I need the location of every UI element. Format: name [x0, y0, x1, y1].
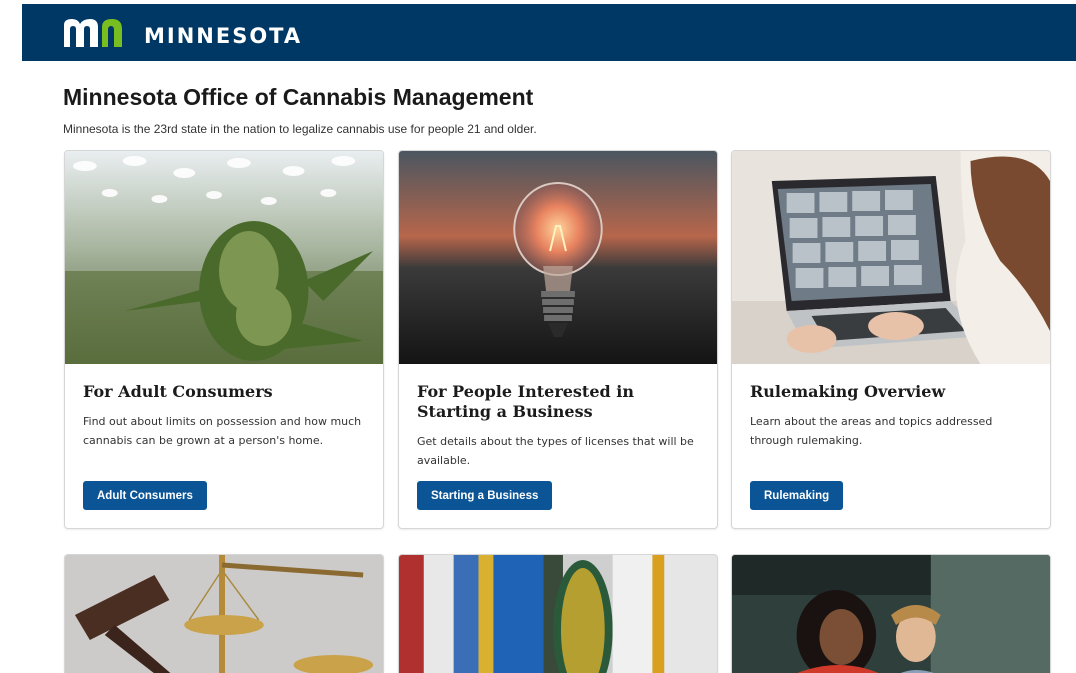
card-flags	[398, 554, 718, 673]
card-description: Get details about the types of licenses …	[417, 435, 694, 467]
card-title: For People Interested in Starting a Busi…	[417, 382, 634, 421]
card-starting-business: For People Interested in Starting a Busi…	[398, 150, 718, 529]
intro-text: Minnesota is the 23rd state in the natio…	[63, 122, 537, 136]
lightbulb-image	[399, 151, 717, 364]
site-header: MINNESOTA	[22, 4, 1076, 61]
flags-image	[399, 555, 717, 673]
gavel-scales-image	[65, 555, 383, 673]
card-title: Rulemaking Overview	[750, 382, 946, 401]
rulemaking-button[interactable]: Rulemaking	[750, 481, 844, 510]
card-people	[731, 554, 1051, 673]
card-legal	[64, 554, 384, 673]
card-title: For Adult Consumers	[83, 382, 273, 401]
video-call-laptop-image	[732, 151, 1050, 364]
adult-consumers-button[interactable]: Adult Consumers	[83, 481, 207, 510]
minnesota-logo[interactable]: MINNESOTA	[62, 17, 302, 49]
card-rulemaking: Rulemaking Overview Learn about the area…	[731, 150, 1051, 529]
card-description: Learn about the areas and topics address…	[750, 415, 993, 447]
page-title: Minnesota Office of Cannabis Management	[63, 84, 534, 110]
logo-wordmark: MINNESOTA	[144, 23, 303, 48]
mn-logo-icon	[64, 18, 122, 47]
people-cafe-image	[732, 555, 1050, 673]
card-adult-consumers: For Adult Consumers Find out about limit…	[64, 150, 384, 529]
cannabis-plant-image	[65, 151, 383, 364]
starting-business-button[interactable]: Starting a Business	[417, 481, 553, 510]
card-description: Find out about limits on possession and …	[83, 415, 362, 447]
